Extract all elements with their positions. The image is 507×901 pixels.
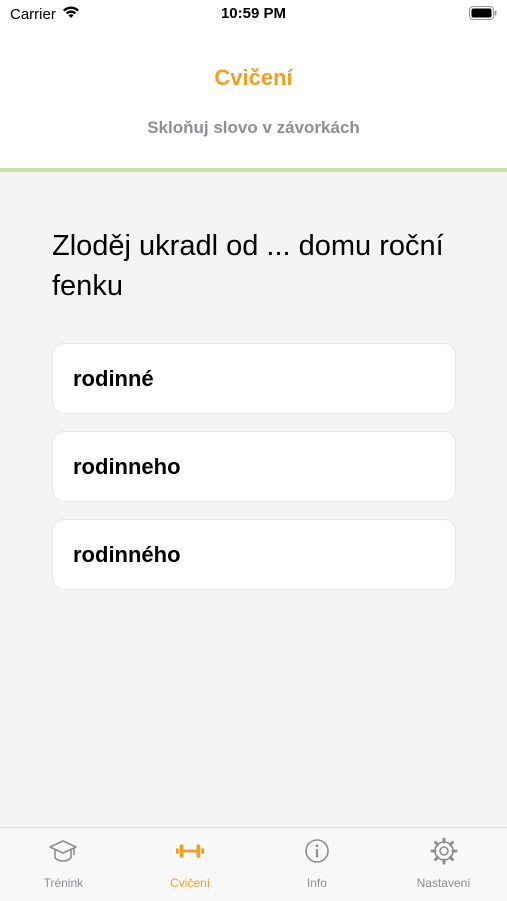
answer-option[interactable]: rodinné (52, 343, 456, 414)
gear-icon (429, 836, 459, 866)
tab-label: Nastavení (416, 876, 471, 890)
tab-label: Info (306, 876, 327, 890)
graduation-cap-icon (48, 836, 78, 866)
answer-option-label: rodinné (73, 365, 154, 391)
answer-option-label: rodinného (73, 541, 181, 567)
tab-trenink[interactable]: Trénink (0, 828, 127, 901)
tab-label: Cvičení (170, 876, 211, 890)
tab-bar: Trénink Cvičení Info Nastavení (0, 827, 507, 901)
question-text: Zloděj ukradl od ... domu roční fenku (52, 230, 444, 302)
battery-icon (469, 6, 497, 25)
tab-info[interactable]: Info (254, 828, 381, 901)
page-subtitle: Skloňuj slovo v závorkách (147, 118, 360, 137)
dumbbell-icon (175, 836, 205, 866)
status-time: 10:59 PM (220, 5, 287, 22)
page-title: Cvičení (214, 65, 293, 90)
answer-option[interactable]: rodinneho (52, 431, 456, 502)
status-bar: Carrier 10:59 PM (0, 0, 507, 30)
answer-option[interactable]: rodinného (52, 519, 456, 590)
tab-cviceni[interactable]: Cvičení (127, 828, 254, 901)
tab-nastaveni[interactable]: Nastavení (380, 828, 507, 901)
tab-label: Trénink (43, 876, 84, 890)
header: Cvičení Skloňuj slovo v závorkách (0, 30, 507, 168)
info-icon (302, 836, 332, 866)
answer-option-label: rodinneho (73, 453, 181, 479)
answer-options: rodinné rodinneho rodinného (52, 343, 456, 607)
exercise-content: Zloděj ukradl od ... domu roční fenku ro… (0, 172, 507, 827)
